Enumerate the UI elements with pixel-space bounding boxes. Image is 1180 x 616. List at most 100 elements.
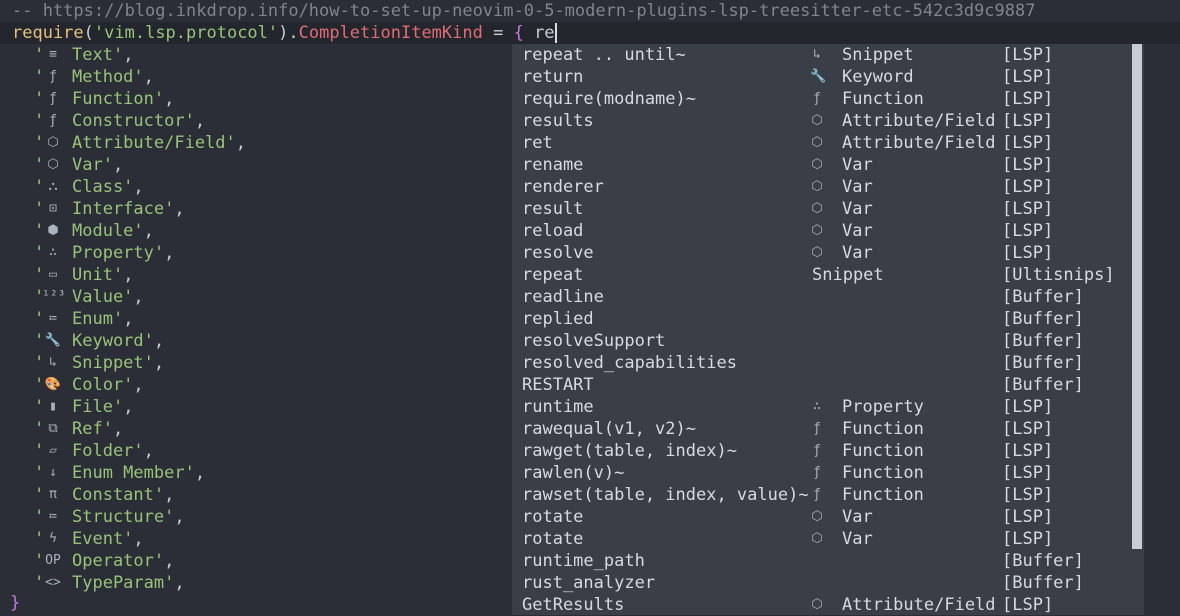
completion-item[interactable]: rust_analyzer [Buffer] <box>512 572 1132 594</box>
kind-entry: ' ϟ Event', <box>0 528 510 550</box>
kind-icon: ▮ <box>49 399 57 414</box>
current-edit-line[interactable]: require('vim.lsp.protocol').CompletionIt… <box>0 22 1180 44</box>
completion-source-label: [LSP] <box>1002 45 1054 65</box>
kind-entry: ' OP Operator', <box>0 550 510 572</box>
completion-source-label: [Buffer] <box>1002 309 1084 329</box>
kind-name: Interface', <box>72 199 185 219</box>
completion-kind-icon: ⬡ <box>811 179 823 194</box>
completion-kind-icon: ⬡ <box>811 597 823 612</box>
completion-kind-label: Function <box>842 89 924 109</box>
completion-item[interactable]: rawset(table, index, value)~ ƒ Function [LS… <box>512 484 1132 506</box>
completion-item[interactable]: replied [Buffer] <box>512 308 1132 330</box>
kind-icon: OP <box>45 553 61 568</box>
completion-word: rawlen(v)~ <box>522 463 625 483</box>
completion-source-label: [LSP] <box>1002 463 1054 483</box>
kind-entry: ' ƒ Method', <box>0 66 510 88</box>
completion-item[interactable]: readline [Buffer] <box>512 286 1132 308</box>
completion-item[interactable]: repeat Snippet [Ultisnips] <box>512 264 1132 286</box>
completion-item[interactable]: renderer ⬡ Var [LSP] <box>512 176 1132 198</box>
completion-kind-label: Attribute/Field <box>842 133 996 153</box>
completion-item[interactable]: result ⬡ Var [LSP] <box>512 198 1132 220</box>
kind-icon: ⛬ <box>48 179 58 194</box>
kind-icon: ƒ <box>49 69 57 84</box>
completion-word: resolveSupport <box>522 331 666 351</box>
completion-source-label: [Buffer] <box>1002 375 1084 395</box>
completion-item[interactable]: rawlen(v)~ ƒ Function [LSP] <box>512 462 1132 484</box>
completion-kind-icon: ƒ <box>813 465 821 480</box>
kind-name: Constant', <box>72 485 175 505</box>
completion-word: results <box>522 111 594 131</box>
completion-item[interactable]: rawget(table, index)~ ƒ Function [LSP] <box>512 440 1132 462</box>
completion-kind-icon: ∴ <box>813 399 821 414</box>
kind-name: Function', <box>72 89 175 109</box>
typed-text-cursor[interactable]: re <box>523 23 557 43</box>
completion-word: rust_analyzer <box>522 573 656 593</box>
completion-source-label: [LSP] <box>1002 507 1054 527</box>
completion-kinds-list: ' ≡ Text', ' ƒ Method', ' ƒ Function', ' ƒ Construc… <box>0 44 510 594</box>
completion-kind-label: Attribute/Field <box>842 595 996 615</box>
completion-item[interactable]: results ⬡ Attribute/Field [LSP] <box>512 110 1132 132</box>
completion-source-label: [LSP] <box>1002 199 1054 219</box>
kind-name: Snippet', <box>72 353 165 373</box>
completion-item[interactable]: rawequal(v1, v2)~ ƒ Function [LSP] <box>512 418 1132 440</box>
completion-item[interactable]: runtime_path [Buffer] <box>512 550 1132 572</box>
completion-source-label: [LSP] <box>1002 89 1054 109</box>
completion-kind-label: Property <box>842 397 924 417</box>
kind-icon: ⬢ <box>47 223 59 238</box>
kind-icon: <> <box>45 575 61 590</box>
kind-entry: ' ∴ Property', <box>0 242 510 264</box>
completion-item[interactable]: resolve ⬡ Var [LSP] <box>512 242 1132 264</box>
url-comment-line: -- https://blog.inkdrop.info/how-to-set-… <box>12 1 1036 21</box>
kind-name: Module', <box>72 221 154 241</box>
completion-item[interactable]: GetResults ⬡ Attribute/Field [LSP] <box>512 594 1132 616</box>
completion-kind-label: Var <box>842 243 873 263</box>
completion-word: resolve <box>522 243 594 263</box>
require-function: require <box>12 23 84 43</box>
completion-source-label: [LSP] <box>1002 485 1054 505</box>
completion-item[interactable]: rotate ⬡ Var [LSP] <box>512 528 1132 550</box>
completion-source-label: [LSP] <box>1002 529 1054 549</box>
completion-item[interactable]: rotate ⬡ Var [LSP] <box>512 506 1132 528</box>
kind-entry: ' ⬢ Module', <box>0 220 510 242</box>
completion-word: reload <box>522 221 584 241</box>
completion-item[interactable]: RESTART [Buffer] <box>512 374 1132 396</box>
completion-word: rawset(table, index, value)~ <box>522 485 809 505</box>
kind-name: Enum Member', <box>72 463 206 483</box>
completion-source-label: [Ultisnips] <box>1002 265 1115 285</box>
completion-menu-scrollbar[interactable] <box>1132 44 1142 549</box>
completion-word: renderer <box>522 177 604 197</box>
kind-name: Var', <box>72 155 124 175</box>
completion-word: repeat .. until~ <box>522 45 686 65</box>
kind-icon: π <box>49 487 57 502</box>
kind-entry: ' ⊡ Interface', <box>0 198 510 220</box>
module-string: 'vim.lsp.protocol' <box>93 23 279 43</box>
completion-item[interactable]: resolved_capabilities [Buffer] <box>512 352 1132 374</box>
completion-word: require(modname)~ <box>522 89 696 109</box>
kind-name: Color', <box>72 375 144 395</box>
completion-word: ret <box>522 133 553 153</box>
kind-icon: ϟ <box>49 531 57 546</box>
completion-item[interactable]: ret ⬡ Attribute/Field [LSP] <box>512 132 1132 154</box>
completion-item[interactable]: repeat .. until~ ↳ Snippet [LSP] <box>512 44 1132 66</box>
completion-item[interactable]: return 🔧 Keyword [LSP] <box>512 66 1132 88</box>
completion-kind-icon: ƒ <box>813 421 821 436</box>
completion-item[interactable]: reload ⬡ Var [LSP] <box>512 220 1132 242</box>
kind-icon: ↓ <box>49 465 57 480</box>
completion-word: rotate <box>522 529 584 549</box>
completion-kind-icon: ƒ <box>813 443 821 458</box>
completion-source-label: [LSP] <box>1002 67 1054 87</box>
kind-name: Unit', <box>72 265 134 285</box>
kind-name: Attribute/Field', <box>72 133 247 153</box>
kind-icon: ƒ <box>49 91 57 106</box>
completion-item[interactable]: require(modname)~ ƒ Function [LSP] <box>512 88 1132 110</box>
completion-source-label: [LSP] <box>1002 133 1054 153</box>
completion-popup-menu[interactable]: repeat .. until~ ↳ Snippet [LSP] return 🔧 Keyw… <box>512 44 1144 615</box>
kind-entry: ' ⬡ Attribute/Field', <box>0 132 510 154</box>
completion-source-label: [LSP] <box>1002 419 1054 439</box>
completion-item[interactable]: runtime ∴ Property [LSP] <box>512 396 1132 418</box>
completion-item[interactable]: rename ⬡ Var [LSP] <box>512 154 1132 176</box>
completion-item[interactable]: resolveSupport [Buffer] <box>512 330 1132 352</box>
kind-icon: ⬡ <box>47 157 59 172</box>
completion-kind-icon: ⬡ <box>811 223 823 238</box>
completion-kind-label: Snippet <box>842 45 914 65</box>
